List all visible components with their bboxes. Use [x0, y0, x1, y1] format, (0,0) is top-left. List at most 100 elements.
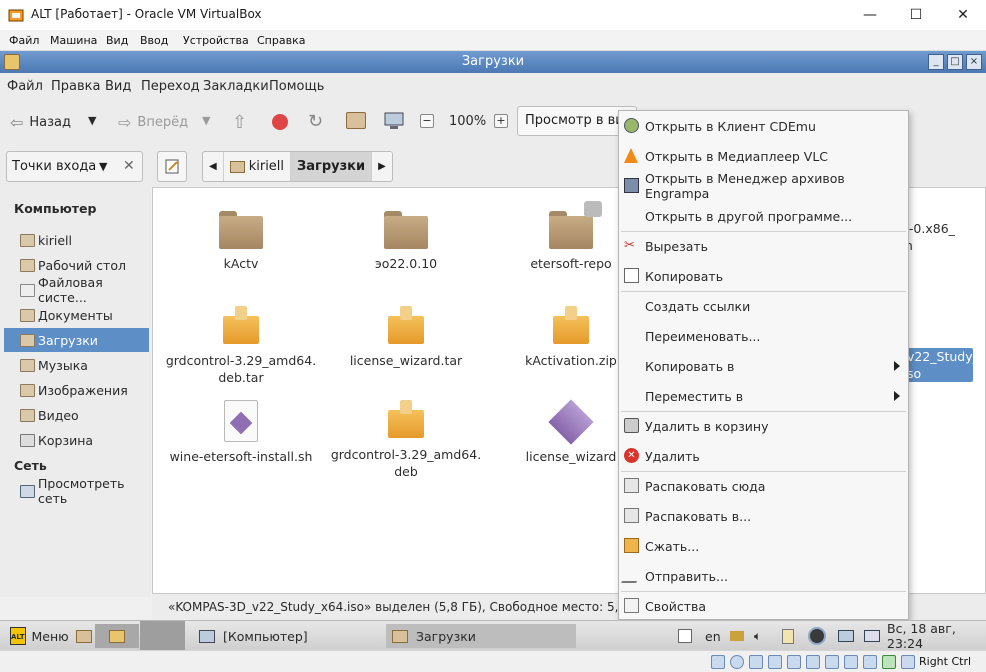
host-menubar: Файл Машина Вид Ввод Устройства Справка [0, 30, 986, 51]
archive-icon [221, 306, 261, 346]
fm-menu-go[interactable]: Переход [141, 79, 200, 94]
stop-icon [272, 114, 288, 130]
file-item[interactable]: эо22.0.10 [321, 211, 491, 272]
fm-minimize-button[interactable]: _ [928, 54, 944, 70]
breadcrumb-current[interactable]: Загрузки [291, 152, 373, 181]
tray-display-icon[interactable] [858, 624, 882, 648]
back-history-dropdown[interactable]: ▼ [88, 114, 96, 127]
script-file-icon [224, 400, 258, 442]
fm-menu-bookmarks[interactable]: Закладки [203, 79, 269, 94]
reload-button[interactable]: ↻ [308, 111, 323, 132]
tray-network-icon[interactable] [832, 624, 856, 648]
forward-history-dropdown[interactable]: ▼ [202, 114, 210, 127]
menu-cut[interactable]: ✂ Вырезать [619, 231, 908, 261]
audio-icon [749, 655, 763, 669]
fm-menu-edit[interactable]: Правка [51, 79, 100, 94]
maximize-button[interactable]: ☐ [893, 0, 939, 30]
sidebar-item-music[interactable]: Музыка [4, 353, 149, 377]
sidebar-item-downloads[interactable]: Загрузки [4, 328, 149, 352]
breadcrumb: ◀ kiriell Загрузки ▶ [202, 151, 393, 182]
menu-send-to[interactable]: Отправить... [619, 561, 908, 591]
zoom-in-button[interactable]: + [494, 114, 508, 128]
task-downloads[interactable]: Загрузки [386, 624, 576, 648]
music-folder-icon [20, 358, 35, 372]
up-button[interactable]: ⇧ [232, 112, 247, 133]
menu-label: Переместить в [645, 388, 744, 404]
quicklaunch-files[interactable] [70, 624, 94, 648]
host-menu-input[interactable]: Ввод [140, 34, 168, 47]
tray-keyboard-layout[interactable]: en [699, 624, 721, 648]
menu-open-other[interactable]: Открыть в другой программе... [619, 201, 908, 231]
menu-delete[interactable]: ✕ Удалить [619, 441, 908, 471]
back-button[interactable]: ⇦ Назад [10, 113, 71, 132]
menu-rename[interactable]: Переименовать... [619, 321, 908, 351]
fm-close-button[interactable]: × [966, 54, 982, 70]
tray-volume-icon[interactable]: 🔈︎ [748, 624, 768, 648]
menu-open-cdemu[interactable]: Открыть в Клиент CDEmu [619, 111, 908, 141]
menu-move-to-trash[interactable]: Удалить в корзину [619, 411, 908, 441]
sidebar-item-pictures[interactable]: Изображения [4, 378, 149, 402]
folder-icon [392, 629, 408, 643]
file-item[interactable]: grdcontrol-3.29_amd64. deb.tar [156, 306, 326, 386]
menu-extract-here[interactable]: Распаковать сюда [619, 471, 908, 501]
arrow-left-icon: ⇦ [10, 113, 24, 132]
sidebar-item-documents[interactable]: Документы [4, 303, 149, 327]
fm-menu-help[interactable]: Помощь [269, 79, 324, 94]
breadcrumb-home[interactable]: kiriell [224, 152, 292, 181]
side-pane-select[interactable]: Точки входа ▼ ✕ [6, 151, 143, 182]
minimize-button[interactable]: — [847, 0, 893, 30]
menu-make-link[interactable]: Создать ссылки [619, 291, 908, 321]
sidebar-item-desktop[interactable]: Рабочий стол [4, 253, 149, 277]
menu-copy-to[interactable]: Копировать в [619, 351, 908, 381]
computer-button[interactable] [384, 111, 404, 131]
menu-compress[interactable]: Сжать... [619, 531, 908, 561]
start-menu-button[interactable]: ALT Меню [4, 624, 69, 648]
fm-maximize-button[interactable]: □ [947, 54, 963, 70]
menu-label: Открыть в Медиаплеер VLC [645, 148, 829, 164]
host-menu-help[interactable]: Справка [257, 34, 305, 47]
vlc-icon [624, 148, 638, 163]
clock[interactable]: Вс, 18 авг, 23:24 [887, 621, 983, 651]
quicklaunch-downloads[interactable] [95, 624, 139, 648]
lock-icon [584, 201, 602, 217]
menu-open-vlc[interactable]: Открыть в Медиаплеер VLC [619, 141, 908, 171]
home-button[interactable] [346, 112, 366, 129]
breadcrumb-right-arrow[interactable]: ▶ [372, 152, 392, 181]
zoom-out-button[interactable]: − [420, 114, 434, 128]
fm-menu-file[interactable]: Файл [7, 79, 43, 94]
close-button[interactable]: ✕ [940, 0, 986, 30]
tray-calendar-icon[interactable] [672, 624, 694, 648]
sidebar-item-filesystem[interactable]: Файловая систе... [4, 275, 149, 305]
host-menu-devices[interactable]: Устройства [183, 34, 249, 47]
host-menu-file[interactable]: Файл [9, 34, 39, 47]
file-item[interactable]: wine-etersoft-install.sh [156, 400, 326, 465]
tray-clipboard-icon[interactable] [776, 624, 798, 648]
tray-tools-icon[interactable] [724, 624, 744, 648]
sidebar-item-home[interactable]: kiriell [4, 228, 149, 252]
sidebar-item-trash[interactable]: Корзина [4, 428, 149, 452]
menu-open-engrampa[interactable]: Открыть в Менеджер архивов Engrampa [619, 171, 908, 201]
menu-extract-to[interactable]: Распаковать в... [619, 501, 908, 531]
menu-move-to[interactable]: Переместить в [619, 381, 908, 411]
task-computer[interactable]: [Компьютер] [193, 624, 378, 648]
host-menu-view[interactable]: Вид [106, 34, 128, 47]
toggle-location-entry-button[interactable] [157, 151, 187, 182]
breadcrumb-home-label: kiriell [248, 159, 285, 174]
tray-updates-icon[interactable] [802, 624, 828, 648]
file-item[interactable]: kActv [156, 211, 326, 272]
sidebar-item-browse-network[interactable]: Просмотреть сеть [4, 476, 149, 506]
forward-button[interactable]: ⇨ Вперёд [118, 113, 188, 132]
close-sidebar-icon[interactable]: ✕ [123, 158, 135, 174]
forward-label: Вперёд [137, 115, 189, 130]
menu-properties[interactable]: Свойства [619, 591, 908, 621]
menu-label: Распаковать в... [645, 508, 752, 524]
file-item-selected[interactable]: v22_Study_ so [905, 348, 979, 382]
host-menu-machine[interactable]: Машина [50, 34, 97, 47]
file-item[interactable]: license_wizard.tar [321, 306, 491, 369]
breadcrumb-left-arrow[interactable]: ◀ [203, 152, 224, 181]
fm-menu-view[interactable]: Вид [105, 79, 131, 94]
menu-copy[interactable]: Копировать [619, 261, 908, 291]
file-item[interactable]: grdcontrol-3.29_amd64. deb [321, 400, 491, 480]
stop-button[interactable] [272, 114, 288, 130]
sidebar-item-videos[interactable]: Видео [4, 403, 149, 427]
